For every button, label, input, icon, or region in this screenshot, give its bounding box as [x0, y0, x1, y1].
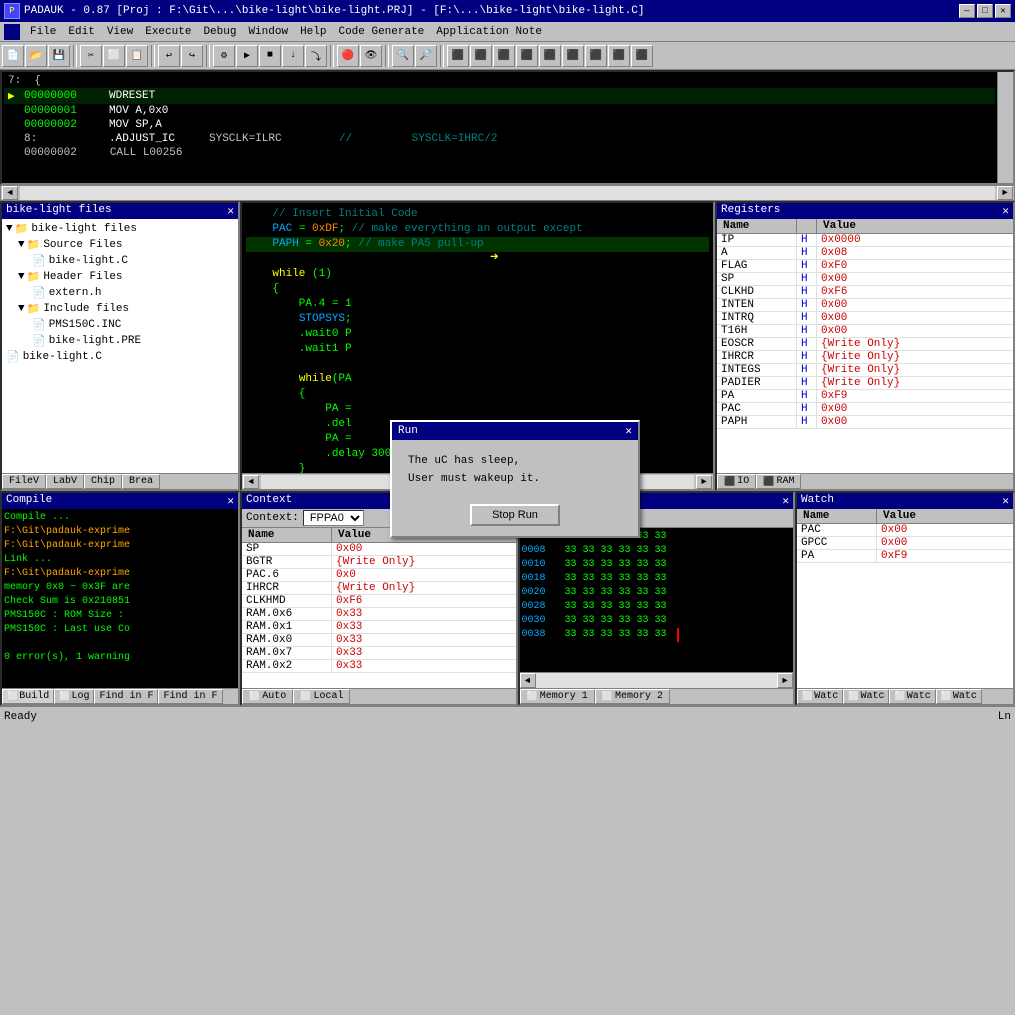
dialog-content: The uC has sleep, User must wakeup it.: [392, 440, 638, 500]
dialog-overlay: Run ✕ The uC has sleep, User must wakeup…: [0, 0, 1015, 1015]
dialog-message-1: The uC has sleep,: [408, 452, 622, 470]
dialog-message-2: User must wakeup it.: [408, 470, 622, 488]
dialog-title-text: Run: [398, 425, 418, 437]
run-dialog: Run ✕ The uC has sleep, User must wakeup…: [390, 420, 640, 538]
stop-run-button[interactable]: Stop Run: [470, 504, 560, 526]
dialog-title-bar: Run ✕: [392, 422, 638, 440]
dialog-close[interactable]: ✕: [625, 424, 632, 438]
dialog-buttons: Stop Run: [392, 500, 638, 536]
